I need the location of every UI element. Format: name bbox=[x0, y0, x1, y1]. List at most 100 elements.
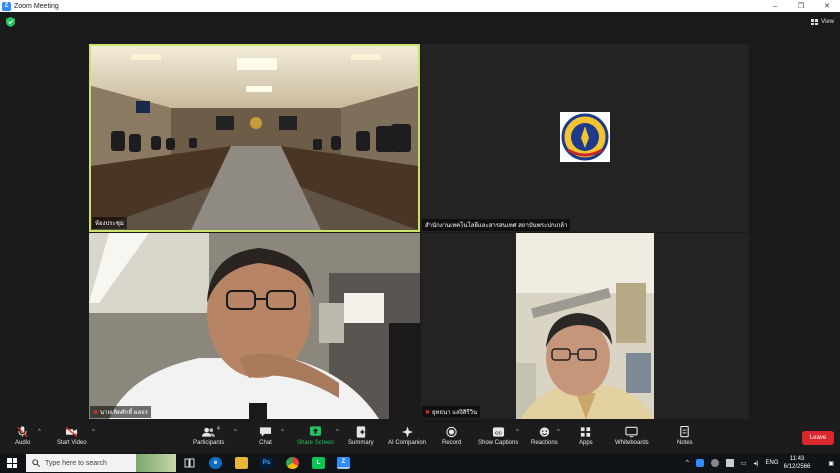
participant-name: ห้องประชุม bbox=[95, 221, 124, 227]
participants-options-caret[interactable]: ^ bbox=[234, 429, 237, 435]
audio-button[interactable]: Audio bbox=[15, 426, 30, 452]
video-tile-participant-4[interactable]: ✖ ยุทธนา แสงิสิรีวิน bbox=[421, 233, 749, 419]
record-label: Record bbox=[442, 440, 462, 446]
notes-button[interactable]: Notes bbox=[677, 426, 693, 452]
participant-name: นายเทิดศักดิ์ ผลจร bbox=[100, 410, 148, 416]
language-indicator[interactable]: ENG bbox=[766, 460, 779, 466]
file-explorer-icon[interactable] bbox=[235, 457, 248, 469]
participants-icon bbox=[202, 427, 216, 437]
windows-taskbar: Type here to search e Ps L Z ^ ▭ ◂) ENG … bbox=[0, 453, 840, 473]
ai-companion-button[interactable]: AI Companion bbox=[388, 426, 426, 452]
view-label: View bbox=[821, 19, 834, 25]
edge-browser-icon[interactable]: e bbox=[209, 457, 222, 469]
share-screen-button[interactable]: Share Screen bbox=[297, 426, 334, 452]
participants-label: Participants bbox=[193, 440, 225, 446]
chrome-browser-icon[interactable] bbox=[286, 457, 299, 469]
participant-name: ยุทธนา แสงิสิรีวิน bbox=[432, 410, 478, 416]
participant-name-tag: ห้องประชุม bbox=[92, 217, 127, 229]
leave-button[interactable]: Leave bbox=[802, 431, 834, 445]
chat-label: Chat bbox=[259, 440, 272, 446]
tray-app-icon[interactable] bbox=[725, 459, 734, 467]
taskbar-search-box[interactable]: Type here to search bbox=[26, 454, 176, 472]
apps-grid-icon bbox=[581, 427, 591, 437]
network-icon[interactable]: ▭ bbox=[741, 460, 747, 467]
mic-muted-icon: ✖ bbox=[425, 409, 431, 416]
reactions-button[interactable]: Reactions bbox=[531, 426, 558, 452]
grid-view-icon bbox=[811, 19, 819, 25]
system-tray: ^ ▭ ◂) ENG bbox=[686, 453, 779, 473]
apps-button[interactable]: Apps bbox=[579, 426, 593, 452]
security-shield-icon[interactable] bbox=[6, 17, 15, 27]
search-icon bbox=[32, 459, 40, 467]
video-tile-it-office[interactable]: สำนักงานเทคโนโลยีและสารสนเทศ สถาบันพระปก… bbox=[421, 44, 749, 232]
minimize-button[interactable]: – bbox=[762, 0, 788, 12]
participant-name: สำนักงานเทคโนโลยีและสารสนเทศ สถาบันพระปก… bbox=[425, 223, 568, 229]
notes-icon bbox=[680, 426, 690, 438]
meeting-area: View ห้องประชุม สำนักงานเทคโนโลยีและสารส… bbox=[0, 12, 840, 424]
windows-start-icon[interactable] bbox=[7, 458, 17, 468]
volume-icon[interactable]: ◂) bbox=[754, 460, 759, 467]
search-placeholder: Type here to search bbox=[45, 459, 107, 467]
show-captions-label: Show Captions bbox=[478, 440, 519, 446]
clock-date: 6/12/2566 bbox=[783, 464, 811, 470]
taskbar-clock[interactable]: 11:43 6/12/2566 bbox=[780, 455, 814, 471]
summary-doc-icon bbox=[357, 426, 366, 438]
notification-center-icon[interactable]: ▣ bbox=[828, 453, 834, 473]
svg-text:CC: CC bbox=[495, 430, 502, 435]
whiteboard-icon bbox=[625, 426, 638, 438]
meeting-toolbar: Audio ^ Start Video ^ Participants 4 ^ C… bbox=[0, 424, 840, 453]
share-screen-label: Share Screen bbox=[297, 440, 334, 446]
summary-button[interactable]: Summary bbox=[348, 426, 374, 452]
conference-room-video bbox=[91, 46, 418, 230]
video-options-caret[interactable]: ^ bbox=[92, 429, 95, 435]
reactions-options-caret[interactable]: ^ bbox=[557, 429, 560, 435]
photoshop-icon[interactable]: Ps bbox=[260, 457, 273, 469]
start-video-label: Start Video bbox=[57, 440, 87, 446]
participant-name-tag: สำนักงานเทคโนโลยีและสารสนเทศ สถาบันพระปก… bbox=[422, 219, 571, 231]
task-view-icon[interactable] bbox=[183, 457, 196, 469]
search-highlight-image bbox=[136, 454, 176, 472]
view-button[interactable]: View bbox=[811, 16, 834, 28]
captions-options-caret[interactable]: ^ bbox=[516, 429, 519, 435]
apps-label: Apps bbox=[579, 440, 593, 446]
video-tile-conference-room[interactable]: ห้องประชุม bbox=[89, 44, 420, 232]
zoom-tray-icon[interactable] bbox=[695, 459, 704, 467]
clock-time: 11:43 bbox=[789, 456, 805, 462]
start-video-button[interactable]: Start Video bbox=[57, 426, 87, 452]
whiteboards-label: Whiteboards bbox=[615, 440, 649, 446]
microphone-muted-icon bbox=[17, 426, 28, 438]
participants-count: 4 bbox=[217, 426, 220, 432]
summary-label: Summary bbox=[348, 440, 374, 446]
video-camera-off-icon bbox=[65, 426, 78, 438]
participant-name-tag: ✖ นายเทิดศักดิ์ ผลจร bbox=[90, 406, 151, 418]
whiteboards-button[interactable]: Whiteboards bbox=[615, 426, 649, 452]
closed-captions-icon: CC bbox=[492, 427, 504, 437]
window-titlebar: Z Zoom Meeting – ❐ ✕ bbox=[0, 0, 840, 12]
chat-options-caret[interactable]: ^ bbox=[281, 429, 284, 435]
share-options-caret[interactable]: ^ bbox=[336, 429, 339, 435]
line-app-icon[interactable]: L bbox=[312, 457, 325, 469]
institution-emblem-icon bbox=[560, 112, 610, 162]
zoom-app: Z Zoom Meeting – ❐ ✕ View ห้องประชุม สำน… bbox=[0, 0, 840, 473]
participant-4-video bbox=[516, 233, 654, 419]
video-tile-participant-3[interactable]: ✖ นายเทิดศักดิ์ ผลจร bbox=[89, 233, 420, 419]
cloud-tray-icon[interactable] bbox=[710, 459, 719, 467]
reactions-label: Reactions bbox=[531, 440, 558, 446]
maximize-button[interactable]: ❐ bbox=[788, 0, 814, 12]
ai-companion-label: AI Companion bbox=[388, 440, 427, 446]
reactions-smiley-icon bbox=[539, 427, 549, 437]
share-screen-icon bbox=[309, 426, 321, 436]
record-button[interactable]: Record bbox=[442, 426, 461, 452]
ai-sparkle-icon bbox=[401, 426, 413, 438]
zoom-taskbar-icon[interactable]: Z bbox=[337, 457, 350, 469]
chat-button[interactable]: Chat bbox=[259, 426, 272, 452]
audio-label: Audio bbox=[15, 440, 31, 446]
participant-3-video bbox=[89, 233, 420, 419]
audio-options-caret[interactable]: ^ bbox=[38, 429, 41, 435]
tray-overflow-icon[interactable]: ^ bbox=[686, 460, 689, 466]
close-button[interactable]: ✕ bbox=[814, 0, 840, 12]
chat-bubble-icon bbox=[259, 427, 272, 437]
notes-label: Notes bbox=[677, 440, 693, 446]
show-captions-button[interactable]: CC Show Captions bbox=[478, 426, 518, 452]
zoom-logo-icon: Z bbox=[2, 1, 11, 11]
